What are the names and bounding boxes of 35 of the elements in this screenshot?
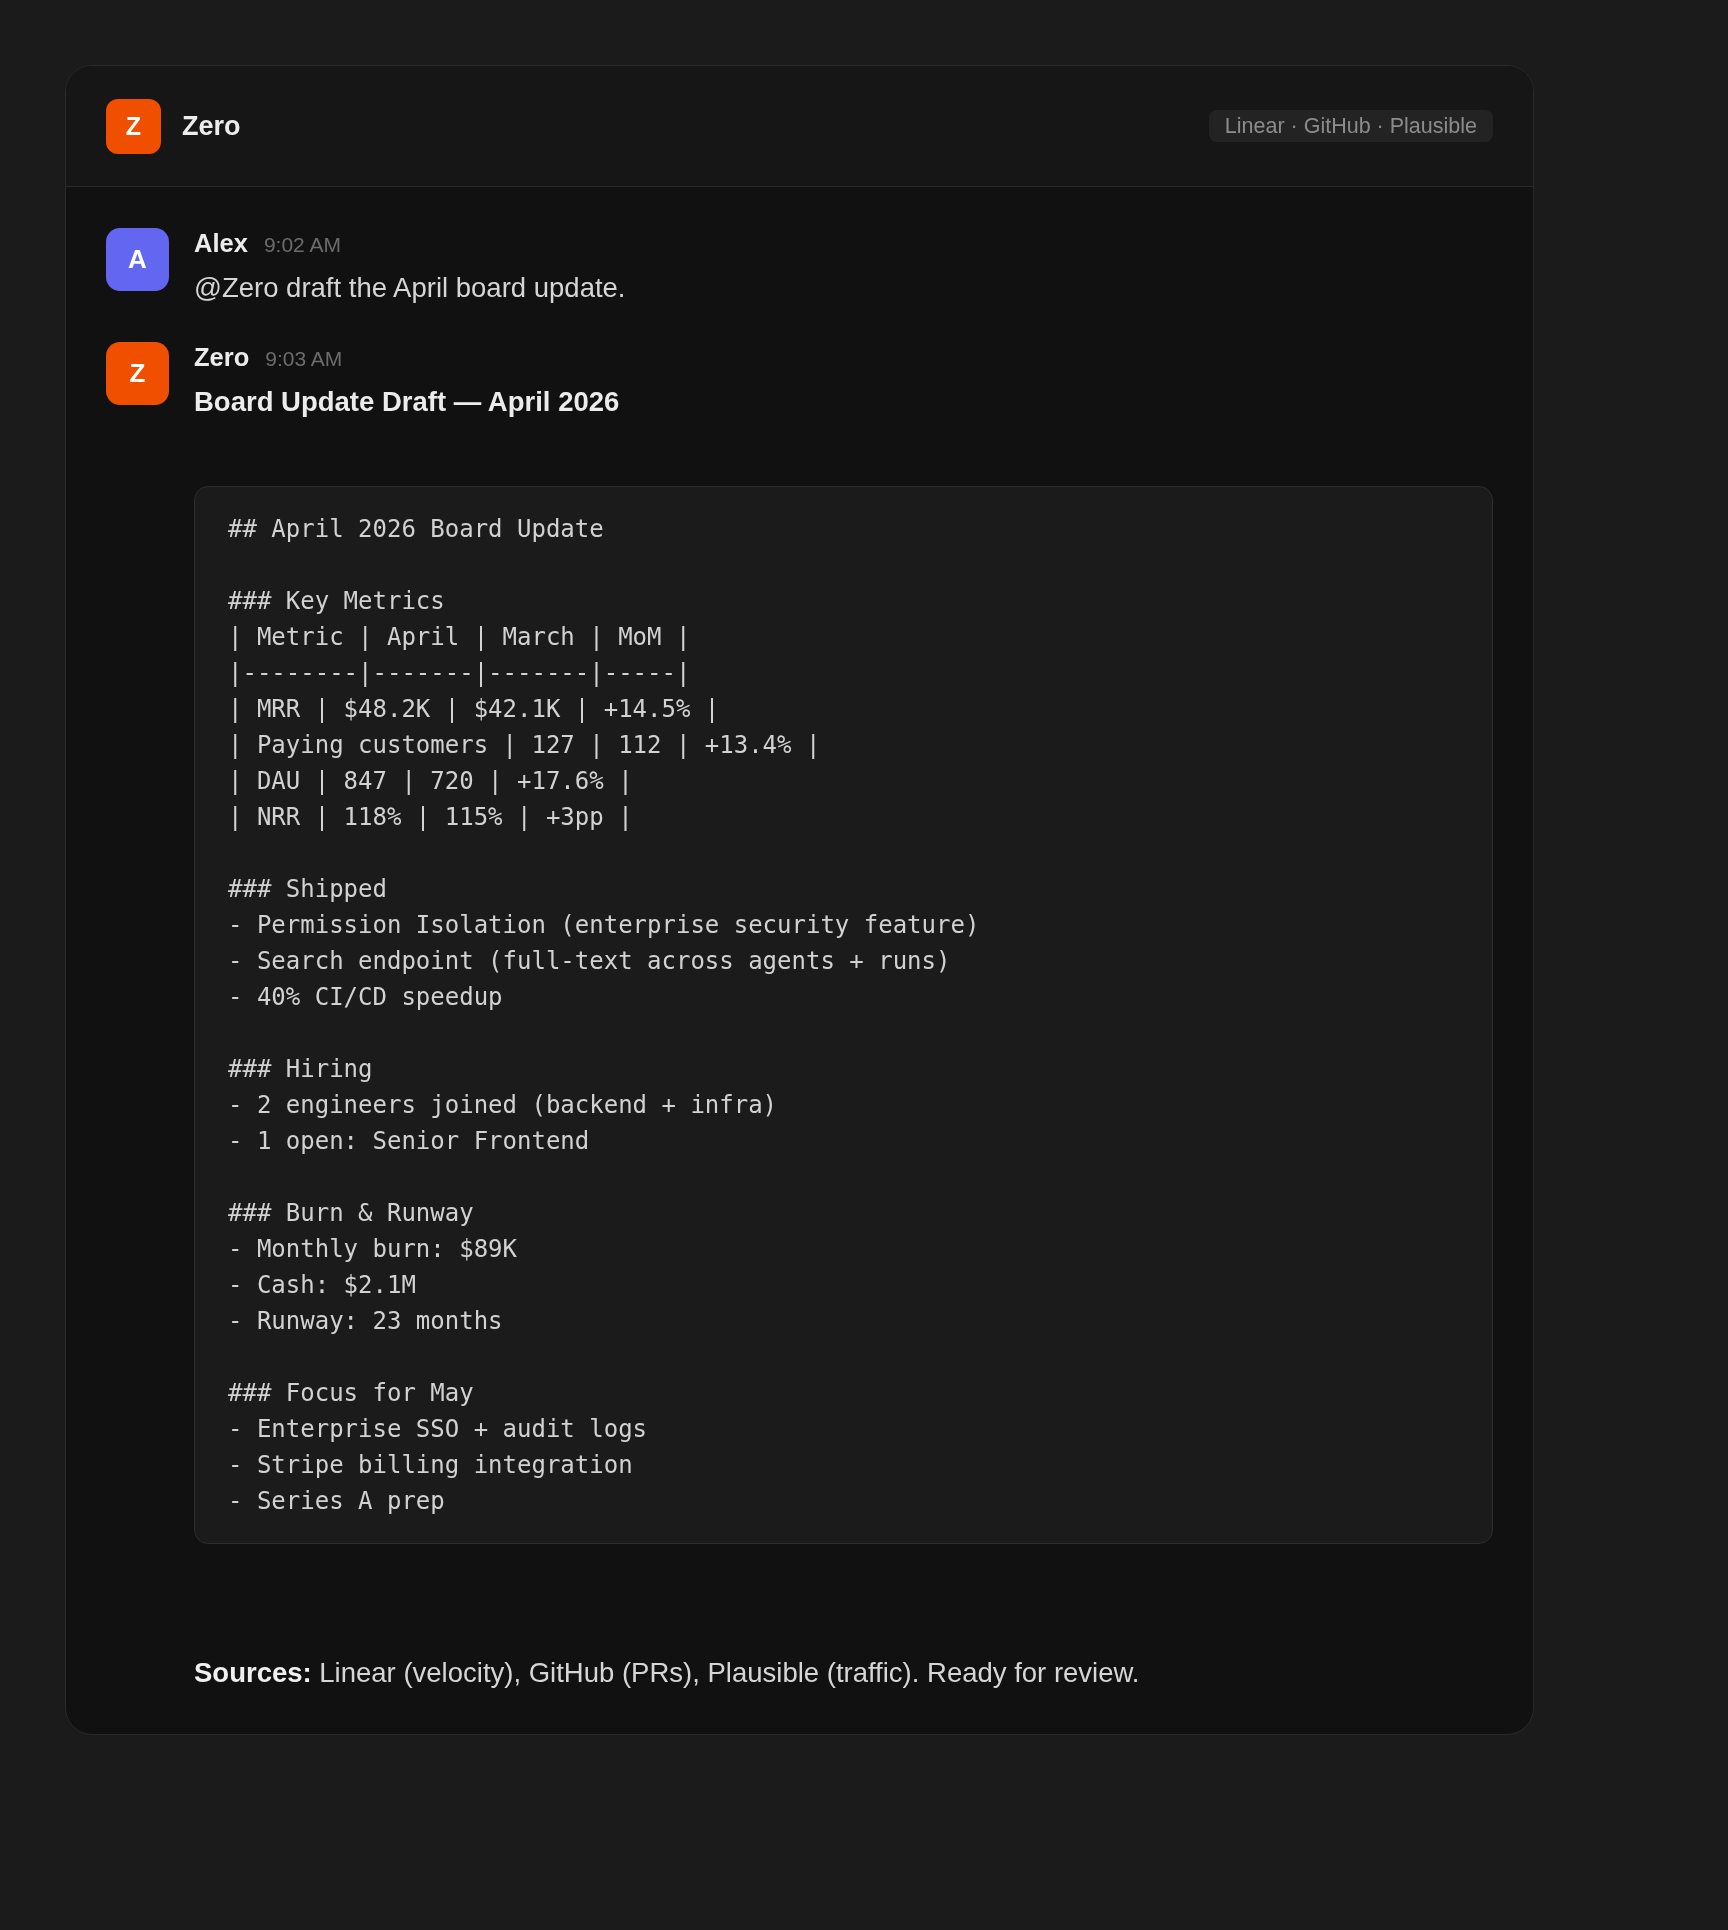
code-line: | Metric | April | March | MoM | (228, 622, 691, 653)
code-line: ### Focus for May (228, 1378, 474, 1409)
code-line: | DAU | 847 | 720 | +17.6% | (228, 766, 633, 797)
draft-title: Board Update Draft — April 2026 (194, 385, 621, 419)
code-line: - Stripe billing integration (228, 1450, 633, 1481)
panel-title: Zero (182, 110, 241, 142)
code-line: ### Shipped (228, 874, 387, 905)
code-line: | NRR | 118% | 115% | +3pp | (228, 802, 633, 833)
message-time: 9:03 AM (265, 346, 343, 372)
code-line: - 2 engineers joined (backend + infra) (228, 1090, 778, 1121)
code-line: - 40% CI/CD speedup (228, 982, 503, 1013)
author-name: Alex (194, 228, 248, 258)
code-line: - Permission Isolation (enterprise security feature) (228, 910, 980, 941)
code-line: - Series A prep (228, 1486, 445, 1517)
code-line: |--------|-------|-------|-----| (228, 658, 691, 689)
app-logo: Z (106, 98, 161, 154)
message-time: 9:02 AM (263, 232, 341, 258)
code-line: - Enterprise SSO + audit logs (228, 1414, 648, 1445)
code-line: - Cash: $2.1M (228, 1270, 416, 1301)
code-line: ### Hiring (228, 1054, 373, 1085)
code-line: | Paying customers | 127 | 112 | +13.4% | (228, 730, 821, 761)
avatar: Z (106, 342, 169, 405)
code-line: - Search endpoint (full-text across agents + runs) (228, 946, 951, 977)
avatar: A (106, 228, 169, 291)
code-line: | MRR | $48.2K | $42.1K | +14.5% | (228, 694, 720, 725)
sources-note: Sources: Linear (velocity), GitHub (PRs), Plausible (traffic). Ready for review. (194, 1656, 1141, 1690)
code-line: ## April 2026 Board Update (228, 514, 604, 545)
message-text: @Zero draft the April board update. (194, 271, 627, 305)
code-line: - 1 open: Senior Frontend (228, 1126, 590, 1157)
code-line: ### Burn & Runway (228, 1198, 474, 1229)
code-line: ### Key Metrics (228, 586, 445, 617)
author-name: Zero (194, 342, 250, 372)
integrations-badge: Linear · GitHub · Plausible (1208, 110, 1493, 142)
code-line: - Runway: 23 months (228, 1306, 503, 1337)
code-line: - Monthly burn: $89K (228, 1234, 517, 1265)
